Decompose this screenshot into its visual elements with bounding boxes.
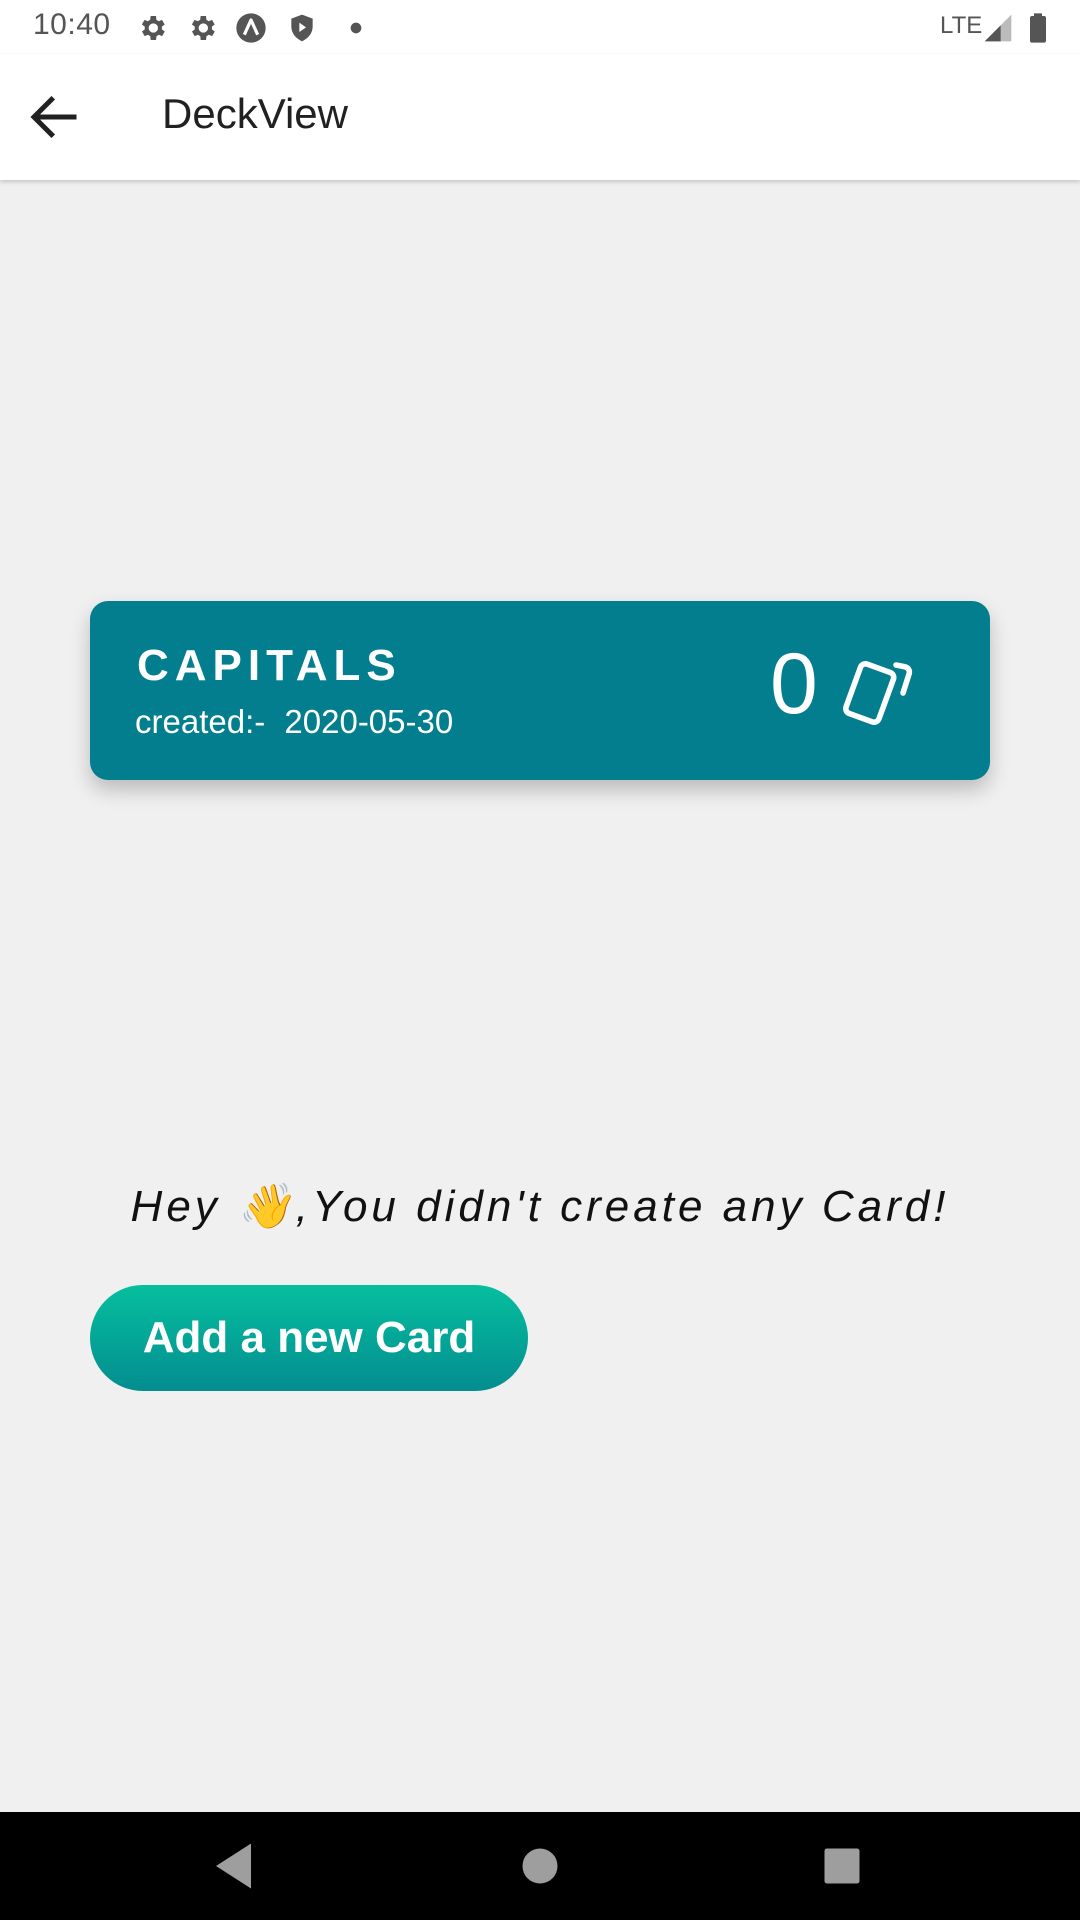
- status-time: 10:40: [33, 8, 111, 41]
- deck-created: created:- 2020-05-30: [135, 703, 453, 741]
- add-card-button[interactable]: Add a new Card: [90, 1285, 528, 1391]
- app-bar: DeckView: [0, 54, 1080, 180]
- network-type: LTE: [940, 12, 983, 39]
- navigation-bar: [0, 1812, 1080, 1920]
- signal-icon: [984, 14, 1012, 42]
- gear-icon: [141, 16, 165, 40]
- status-bar: 10:40 LTE: [0, 0, 1080, 54]
- card-count: 0: [770, 636, 818, 732]
- dot-icon: [350, 22, 362, 34]
- gear-icon: [191, 16, 215, 40]
- created-prefix: created:-: [135, 703, 266, 740]
- recents-square-icon[interactable]: [812, 1836, 872, 1896]
- page-title: DeckView: [162, 90, 348, 137]
- arrow-left-icon[interactable]: [24, 87, 84, 147]
- deck-title: CAPITALS: [137, 641, 402, 690]
- a-badge-icon: [236, 13, 266, 43]
- home-circle-icon[interactable]: [510, 1836, 570, 1896]
- battery-icon: [1030, 13, 1046, 43]
- created-date: 2020-05-30: [284, 703, 454, 740]
- empty-state-message: Hey 👋,You didn't create any Card!: [130, 1182, 950, 1231]
- shield-play-icon: [291, 14, 313, 42]
- cards-icon: [843, 661, 913, 725]
- deck-card[interactable]: CAPITALS created:- 2020-05-30 0: [90, 601, 990, 780]
- back-triangle-icon[interactable]: [206, 1836, 266, 1896]
